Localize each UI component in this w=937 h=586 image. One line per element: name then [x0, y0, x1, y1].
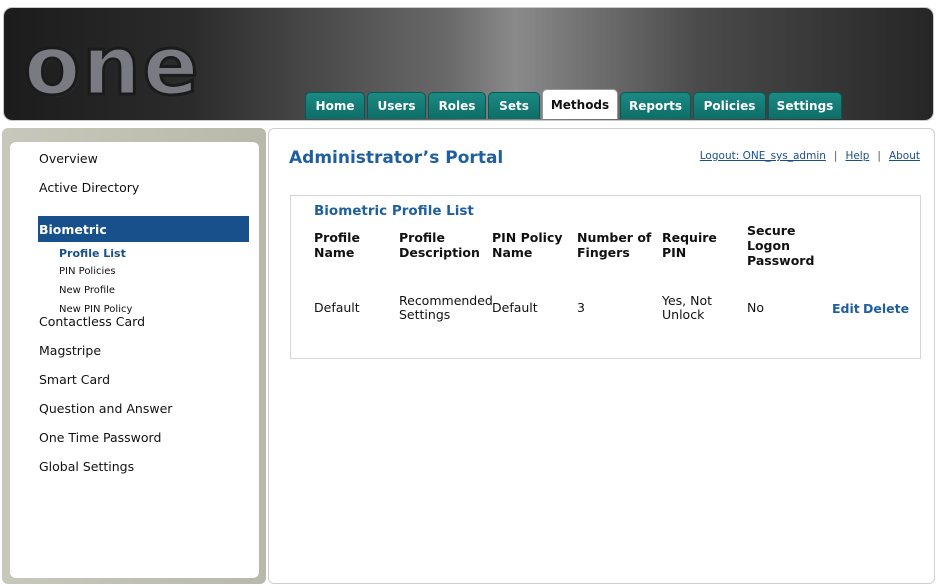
column-header-profile-name: Profile Name [314, 230, 360, 260]
sidebar-item-smart-card[interactable]: Smart Card [39, 372, 110, 387]
tab-reports[interactable]: Reports [620, 92, 691, 119]
sidebar-item-contactless-card[interactable]: Contactless Card [39, 314, 145, 329]
sidebar-item-active-directory[interactable]: Active Directory [39, 180, 139, 195]
cell-number-of-fingers: 3 [577, 300, 585, 315]
about-link[interactable]: About [889, 150, 920, 162]
column-header-pin-policy-name: PIN Policy Name [492, 230, 563, 260]
cell-require-pin: Yes, Not Unlock [662, 293, 713, 322]
tab-users[interactable]: Users [367, 92, 426, 119]
cell-profile-description: Recommended Settings [399, 293, 493, 322]
link-separator: | [877, 150, 881, 162]
sidebar-item-overview[interactable]: Overview [39, 151, 98, 166]
tab-policies[interactable]: Policies [693, 92, 766, 119]
cell-profile-name: Default [314, 300, 360, 315]
column-header-number-of-fingers: Number of Fingers [577, 230, 652, 260]
delete-link[interactable]: Delete [863, 301, 909, 316]
tab-settings[interactable]: Settings [768, 92, 842, 119]
sidebar-item-magstripe[interactable]: Magstripe [39, 343, 101, 358]
sidebar: Overview Active Directory Biometric Prof… [2, 128, 266, 584]
sidebar-item-one-time-password[interactable]: One Time Password [39, 430, 161, 445]
sidebar-subitem-new-profile[interactable]: New Profile [59, 285, 115, 296]
column-header-require-pin: Require PIN [662, 230, 717, 260]
cell-pin-policy-name: Default [492, 300, 538, 315]
tab-methods[interactable]: Methods [542, 89, 618, 119]
edit-link[interactable]: Edit [832, 301, 860, 316]
sidebar-subitem-pin-policies[interactable]: PIN Policies [59, 266, 116, 277]
column-header-secure-logon-password: Secure Logon Password [747, 223, 815, 268]
tab-roles[interactable]: Roles [428, 92, 486, 119]
sidebar-panel: Overview Active Directory Biometric Prof… [10, 142, 259, 578]
profile-list-panel [290, 195, 921, 359]
link-separator: | [833, 150, 838, 162]
tab-sets[interactable]: Sets [488, 92, 540, 119]
panel-title: Biometric Profile List [314, 203, 474, 219]
page-title: Administrator’s Portal [289, 148, 504, 168]
main-tabs: Home Users Roles Sets Methods Reports Po… [305, 89, 844, 120]
one-logo: one [22, 19, 201, 114]
sidebar-item-question-and-answer[interactable]: Question and Answer [39, 401, 172, 416]
sidebar-item-biometric[interactable]: Biometric [38, 216, 249, 242]
cell-secure-logon-password: No [747, 300, 764, 315]
logout-link[interactable]: Logout: ONE_sys_admin [700, 150, 826, 162]
help-link[interactable]: Help [845, 150, 869, 162]
sidebar-item-global-settings[interactable]: Global Settings [39, 459, 134, 474]
sidebar-subitem-profile-list[interactable]: Profile List [59, 247, 126, 260]
top-links: Logout: ONE_sys_admin | Help | About [700, 150, 920, 162]
tab-home[interactable]: Home [305, 92, 365, 119]
column-header-profile-description: Profile Description [399, 230, 480, 260]
